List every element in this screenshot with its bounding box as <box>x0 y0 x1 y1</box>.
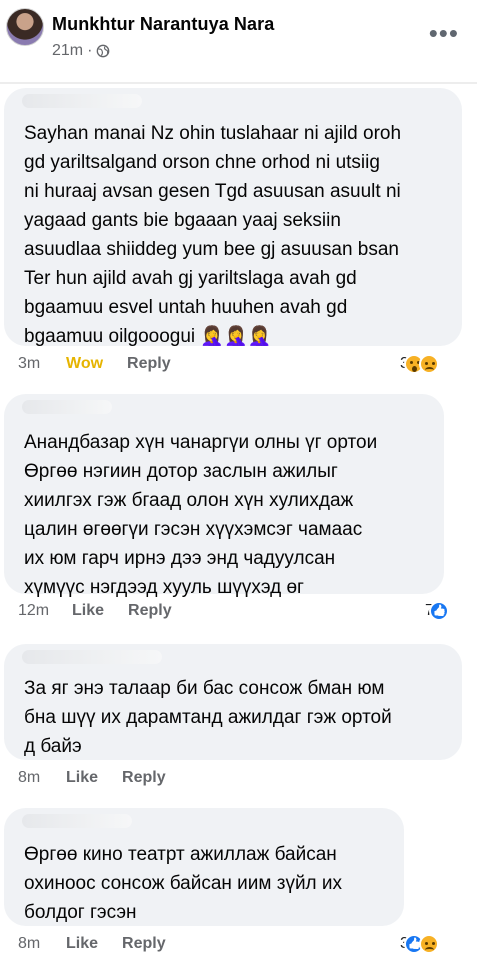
reply-button[interactable]: Reply <box>122 769 166 787</box>
comment-time[interactable]: 8m <box>18 769 66 787</box>
comment-bubble[interactable]: Анандбазар хүн чанаргүи олны үг ортои Өр… <box>4 394 444 598</box>
like-icon <box>428 601 449 621</box>
commenter-name-hidden <box>22 650 162 664</box>
globe-icon <box>97 44 110 58</box>
comment-time[interactable]: 3m <box>18 355 66 373</box>
react-button[interactable]: Wow <box>66 355 103 373</box>
reply-button[interactable]: Reply <box>122 935 166 953</box>
commenter-name-hidden <box>22 400 112 414</box>
comment-text: Sayhan manai Nz ohin tuslahaar ni ajild … <box>24 123 402 347</box>
comment-bubble[interactable]: Sayhan manai Nz ohin tuslahaar ni ajild … <box>4 88 462 347</box>
reaction-summary[interactable]: 7 <box>425 601 449 621</box>
comment-text: За яг энэ талаар би бас сонсож бман юм б… <box>24 678 392 757</box>
comment-actions: 12m Like Reply <box>18 602 172 620</box>
author-name[interactable]: Munkhtur Narantuya Nara <box>52 14 274 35</box>
reaction-summary[interactable]: 3 <box>400 354 439 374</box>
comment-text: Өргөө кино театрт ажиллаж байсан охиноос… <box>24 844 343 923</box>
comment-bubble[interactable]: Өргөө кино театрт ажиллаж байсан охиноос… <box>4 808 404 926</box>
comment-time[interactable]: 8m <box>18 935 66 953</box>
comment-bubble[interactable]: За яг энэ талаар би бас сонсож бман юм б… <box>4 644 462 760</box>
comment-actions: 8m Like Reply <box>18 935 166 953</box>
comment-text: Анандбазар хүн чанаргүи олны үг ортои Өр… <box>24 432 378 598</box>
header-divider <box>0 82 477 84</box>
post-meta: 21m · <box>52 42 110 60</box>
like-button[interactable]: Like <box>72 602 104 620</box>
reply-button[interactable]: Reply <box>127 355 171 373</box>
reply-button[interactable]: Reply <box>128 602 172 620</box>
comment-time[interactable]: 12m <box>18 602 72 620</box>
like-button[interactable]: Like <box>66 769 98 787</box>
avatar[interactable] <box>6 8 44 46</box>
more-dots-icon[interactable]: ••• <box>429 20 459 46</box>
commenter-name-hidden <box>22 94 142 108</box>
sad-icon <box>418 934 439 954</box>
comment-actions: 3m Wow Reply <box>18 355 171 373</box>
like-button[interactable]: Like <box>66 935 98 953</box>
commenter-name-hidden <box>22 814 132 828</box>
reaction-summary[interactable]: 3 <box>400 934 439 954</box>
comment-actions: 8m Like Reply <box>18 769 166 787</box>
sad-icon <box>418 354 439 374</box>
meta-separator: · <box>87 42 93 59</box>
post-time[interactable]: 21m <box>52 42 83 60</box>
post-header: Munkhtur Narantuya Nara 21m · ••• <box>0 0 477 82</box>
